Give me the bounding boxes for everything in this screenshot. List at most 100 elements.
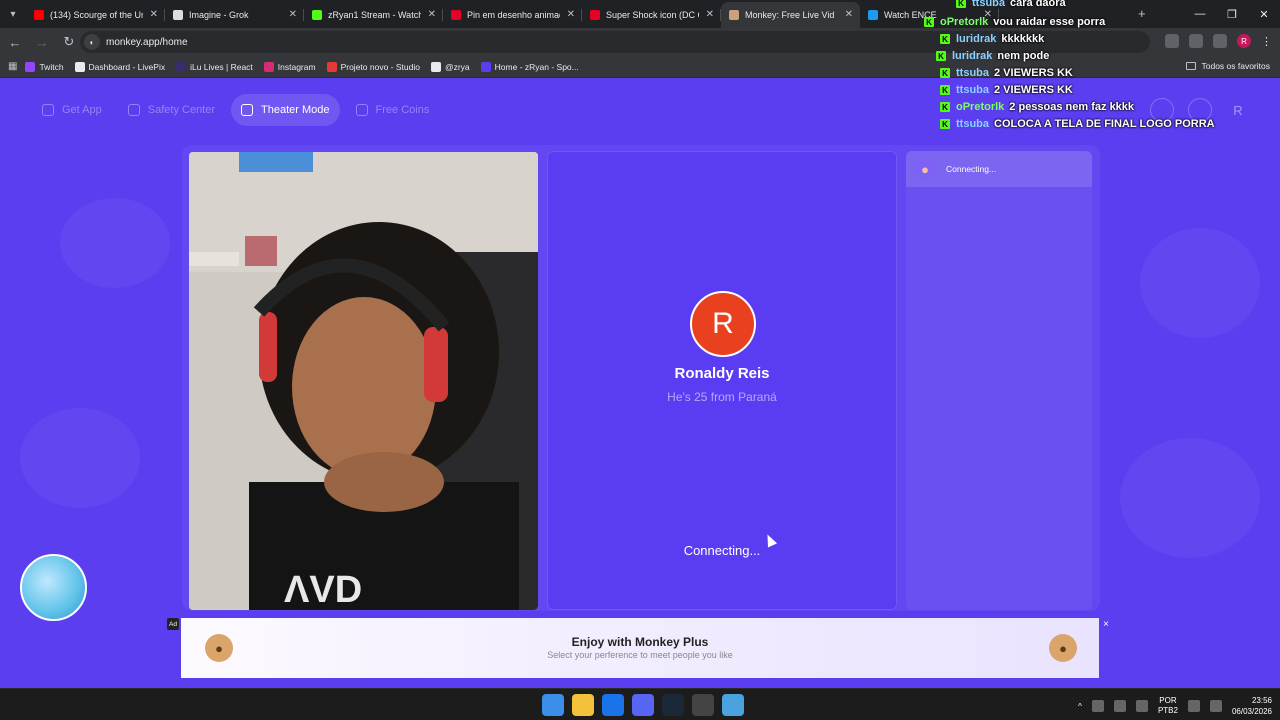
bookmark-item[interactable]: iLu Lives | React [176,61,253,72]
bookmark-item[interactable]: Twitch [25,61,64,72]
extensions-puzzle-icon[interactable] [1213,34,1227,48]
bookmark-item[interactable]: @zrya [430,61,470,72]
all-bookmarks-label: Todos os favoritos [1201,61,1270,71]
chat-message: Kluridrak kkkkkkk [940,33,1044,45]
close-window-icon[interactable]: ✕ [1248,0,1280,28]
tab-close-icon[interactable]: ✕ [567,9,575,20]
bookmark-item[interactable]: Dashboard - LivePix [74,61,165,72]
tab[interactable]: Monkey: Free Live Vid ✕ [721,2,860,28]
chat-message: KoPretorlk 2 pessoas nem faz kkkk [940,101,1134,113]
tab[interactable]: zRyan1 Stream - Watch Li ✕ [304,2,443,28]
tab-close-icon[interactable]: ✕ [428,9,436,20]
new-tab-icon[interactable]: + [1138,6,1146,21]
bookmark-label: Instagram [277,61,316,72]
bookmark-label: @zrya [444,61,470,72]
monkey-plus-ad-banner[interactable]: ● Enjoy with Monkey Plus Select your per… [181,618,1099,678]
kick-badge-icon: K [956,0,966,8]
tab-favicon-icon [451,10,461,20]
extension-icon[interactable] [1165,34,1179,48]
tab-title: zRyan1 Stream - Watch Li [328,10,421,20]
bookmark-favicon-icon [430,61,441,72]
floating-promo-icon[interactable] [20,554,87,621]
back-icon[interactable]: ← [3,35,27,50]
ad-subtitle: Select your perference to meet people yo… [547,650,733,660]
connection-status: Connecting... [683,543,761,558]
tab-title: Monkey: Free Live Vid [745,10,835,20]
tab-close-icon[interactable]: ✕ [150,9,158,20]
discord-icon[interactable] [632,694,654,716]
language-code: POR [1159,696,1177,705]
chat-message: Kttsuba 2 VIEWERS KK [940,67,1073,79]
tab-list: (134) Scourge of the Unive✕Imagine - Gro… [26,2,999,28]
chat-text: vou raidar esse porra [993,16,1106,28]
nav-safety-center[interactable]: Safety Center [118,94,225,126]
remote-user-avatar: R [690,291,756,357]
tab[interactable]: Pin em desenho animado ✕ [443,2,582,28]
bookmark-item[interactable]: Home - zRyan - Spo... [480,61,579,72]
maximize-icon[interactable]: ❐ [1216,0,1248,28]
nav-free-coins[interactable]: Free Coins [346,94,440,126]
profile-avatar[interactable]: R [1226,98,1250,122]
tray-app-icon[interactable] [1113,700,1126,712]
remote-user-subtitle: He's 25 from Paraná [667,390,777,404]
menu-kebab-icon[interactable]: ⋮ [1261,35,1272,48]
browser-profile-avatar[interactable]: R [1237,34,1251,48]
tab-close-icon[interactable]: ✕ [845,9,853,20]
tray-app-icon[interactable] [1091,700,1104,712]
extension-icon[interactable] [1189,34,1203,48]
nav-label: Theater Mode [261,104,330,116]
kick-badge-icon: K [940,34,950,44]
clock-time: 23:56 [1251,696,1272,705]
chat-username: luridrak [956,33,997,45]
reload-icon[interactable]: ↻ [57,34,81,50]
chat-text: cara daora [1010,0,1066,9]
bookmark-label: Home - zRyan - Spo... [494,61,579,72]
network-icon[interactable] [1187,700,1200,712]
chat-text: nem pode [997,50,1050,62]
windows-taskbar: ^ POR PTB2 23:56 06/03/2026 [0,688,1280,720]
kick-badge-icon: K [924,17,934,27]
chrome-icon[interactable] [602,694,624,716]
steam-icon[interactable] [662,694,684,716]
forward-icon[interactable]: → [30,35,54,50]
all-bookmarks[interactable]: Todos os favoritos [1186,61,1270,71]
nav-theater-mode[interactable]: Theater Mode [231,94,340,126]
bookmark-list: Twitch Dashboard - LivePix iLu Lives | Rea… [25,61,589,72]
windows-start-icon[interactable] [542,694,564,716]
site-info-icon[interactable]: ◐ [84,34,100,50]
tab[interactable]: Imagine - Grok ✕ [165,2,304,28]
match-chat-panel: ● Connecting... [906,151,1092,610]
file-explorer-icon[interactable] [572,694,594,716]
tab-close-icon[interactable]: ✕ [706,9,714,20]
bookmark-label: Projeto novo - Studio [340,61,420,72]
bookmark-favicon-icon [25,61,36,72]
tab-favicon-icon [173,10,183,20]
tab-close-icon[interactable]: ✕ [289,9,297,20]
tab[interactable]: Super Shock icon (DC Co ✕ [582,2,721,28]
obs-icon[interactable] [692,694,714,716]
clock-date: 06/03/2026 [1231,707,1272,716]
chat-text: 2 pessoas nem faz kkkk [1009,101,1135,113]
svg-text:ΛVD: ΛVD [284,569,362,610]
system-clock[interactable]: 23:56 06/03/2026 [1232,695,1272,717]
tab[interactable]: (134) Scourge of the Unive ✕ [26,2,165,28]
notepad-icon[interactable] [722,694,744,716]
microphone-icon[interactable] [1135,700,1148,712]
kick-badge-icon: K [940,68,950,78]
volume-icon[interactable] [1209,700,1222,712]
ad-close-icon[interactable]: × [1100,618,1112,630]
kick-badge-icon: K [940,102,950,112]
tab-search-icon[interactable]: ▾ [4,5,22,23]
input-language[interactable]: POR PTB2 [1158,696,1178,716]
ad-title: Enjoy with Monkey Plus [571,635,709,649]
tray-overflow-icon[interactable]: ^ [1078,702,1082,711]
nav-get-app[interactable]: Get App [32,94,112,126]
minimize-icon[interactable]: — [1184,0,1216,28]
url-text[interactable]: monkey.app/home [106,37,188,48]
kick-badge-icon: K [940,85,950,95]
apps-grid-icon[interactable]: ▦ [8,61,17,72]
bookmark-item[interactable]: Instagram [263,61,316,72]
tab-favicon-icon [729,10,739,20]
bookmark-item[interactable]: Projeto novo - Studio [326,61,420,72]
chat-username: ttsuba [956,84,989,96]
